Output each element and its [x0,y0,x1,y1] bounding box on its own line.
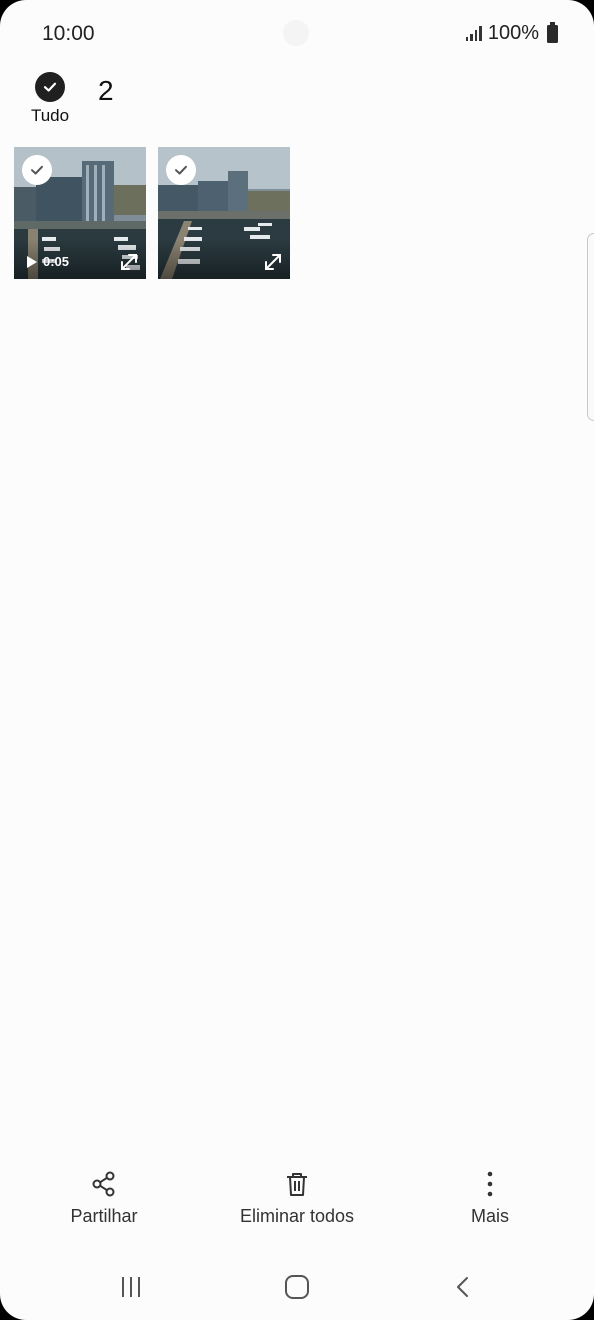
system-nav-bar [0,1258,594,1314]
back-icon [457,1277,468,1297]
status-bar: 10:00 100% [0,0,594,68]
duration-text: 0:05 [43,254,70,269]
share-button[interactable]: Partilhar [58,1170,150,1227]
media-thumbnail-1[interactable]: 0:05 [14,147,146,279]
delete-all-label: Eliminar todos [239,1206,355,1226]
status-indicators: 100% [465,21,558,45]
fast-scroll-handle[interactable] [587,233,594,421]
bottom-action-bar: Partilhar Eliminar todos Mais [0,1170,594,1250]
media-thumbnail-2[interactable] [158,147,290,279]
share-icon [92,1171,115,1197]
play-icon [27,255,37,268]
share-label: Partilhar [70,1206,138,1226]
more-label: Mais [470,1206,509,1226]
select-all-check-icon [35,72,65,102]
home-button[interactable] [275,1272,319,1302]
more-button[interactable]: Mais [450,1170,530,1227]
recent-apps-icon [122,1277,140,1297]
selected-count: 2 [98,75,114,106]
select-all-toggle[interactable]: Tudo [28,72,72,126]
status-time: 10:00 [42,22,95,45]
select-all-label: Tudo [30,106,70,125]
signal-icon [465,26,482,41]
battery-icon [547,21,558,43]
thumbnail-2-check-icon[interactable] [166,155,196,185]
video-duration: 0:05 [27,254,69,269]
front-camera [283,20,309,46]
trash-icon [287,1173,307,1196]
thumbnail-1-check-icon[interactable] [22,155,52,185]
expand-icon[interactable] [118,251,140,273]
back-button[interactable] [441,1272,485,1302]
delete-all-button[interactable]: Eliminar todos [227,1170,367,1227]
gallery-selection-screen: 10:00 100% Tudo 2 0:05 Partilhar Elimina… [0,0,594,1320]
battery-percent: 100% [487,22,539,44]
expand-icon[interactable] [262,251,284,273]
home-icon [285,1275,309,1299]
more-vertical-icon [487,1171,493,1197]
recent-apps-button[interactable] [109,1272,153,1302]
